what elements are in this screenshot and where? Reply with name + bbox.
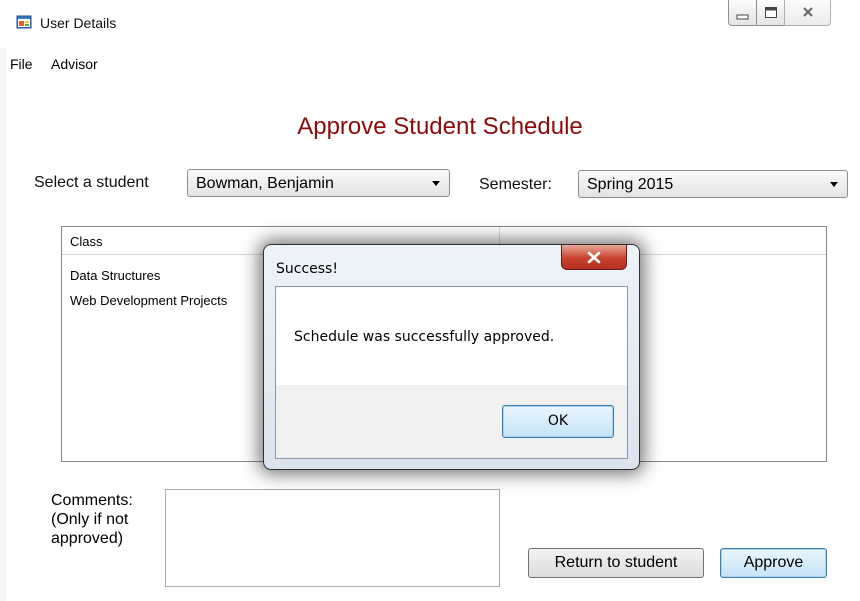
app-window-icon <box>16 14 32 30</box>
menu-advisor[interactable]: Advisor <box>51 56 98 72</box>
title-bar[interactable]: User Details <box>0 0 860 48</box>
semester-label: Semester: <box>479 176 552 193</box>
window-title: User Details <box>40 15 117 31</box>
ok-button[interactable]: OK <box>502 405 614 438</box>
list-item[interactable]: Web Development Projects <box>70 293 227 308</box>
menu-bar: File Advisor <box>6 52 860 78</box>
window-frame <box>0 0 6 601</box>
dialog-close-button[interactable] <box>561 245 627 270</box>
dialog-message: Schedule was successfully approved. <box>294 329 555 345</box>
menu-file[interactable]: File <box>10 56 33 72</box>
dialog-body: Schedule was successfully approved. OK <box>275 286 628 459</box>
student-value: Bowman, Benjamin <box>196 175 334 192</box>
success-dialog[interactable]: Success! Schedule was successfully appro… <box>263 244 640 470</box>
comments-label-line: Comments: <box>51 492 133 509</box>
page-title: Approve Student Schedule <box>297 113 583 140</box>
comments-textbox[interactable] <box>165 489 500 587</box>
chevron-down-icon <box>432 181 440 186</box>
comments-label: Comments: (Only if not approved) <box>51 491 133 548</box>
approve-button[interactable]: Approve <box>720 548 827 578</box>
comments-label-line: approved) <box>51 530 124 547</box>
minimize-button[interactable] <box>728 0 757 26</box>
close-icon <box>587 251 601 264</box>
semester-dropdown[interactable]: Spring 2015 <box>578 170 848 198</box>
maximize-button[interactable] <box>756 0 785 26</box>
caption-buttons <box>728 0 848 28</box>
chevron-down-icon <box>830 182 838 187</box>
close-icon <box>803 7 813 17</box>
comments-label-line: (Only if not <box>51 511 129 528</box>
dialog-message-area: Schedule was successfully approved. <box>276 287 627 385</box>
minimize-icon <box>736 14 749 20</box>
column-header-class[interactable]: Class <box>70 234 103 249</box>
dialog-title: Success! <box>276 261 338 277</box>
student-dropdown[interactable]: Bowman, Benjamin <box>187 169 450 197</box>
maximize-icon <box>765 7 777 18</box>
semester-value: Spring 2015 <box>587 176 674 193</box>
list-item[interactable]: Data Structures <box>70 268 160 283</box>
student-label: Select a student <box>34 174 149 191</box>
return-to-student-button[interactable]: Return to student <box>528 548 704 578</box>
window-close-button[interactable] <box>784 0 831 26</box>
